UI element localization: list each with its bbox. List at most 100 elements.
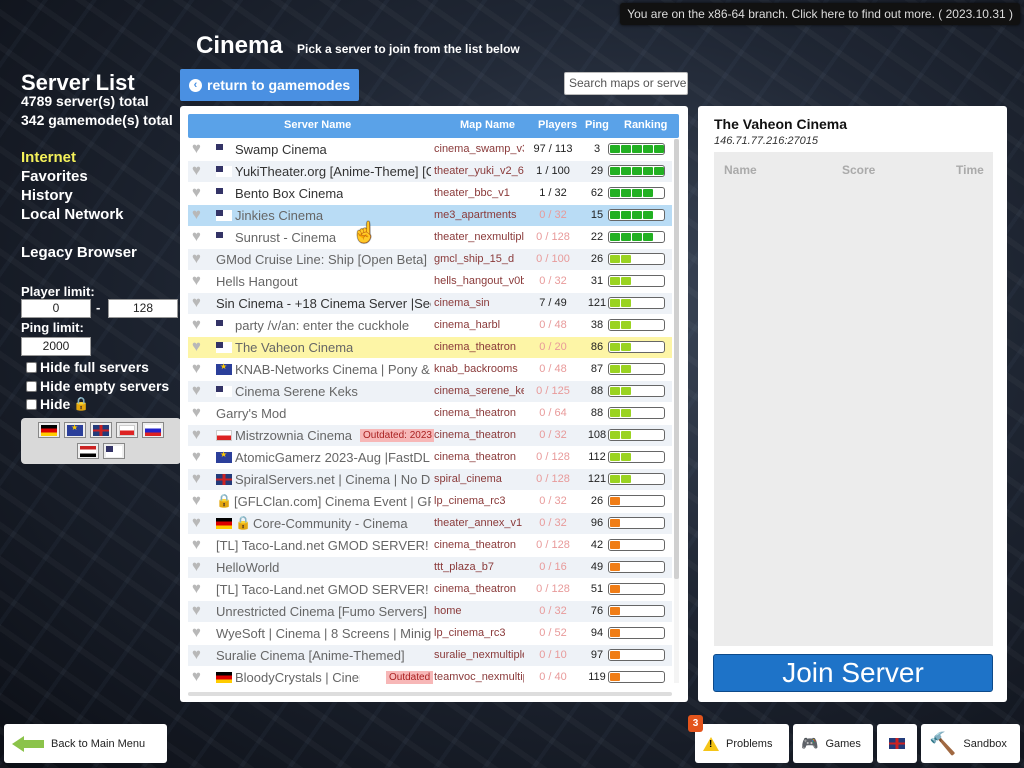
hide-full-checkbox[interactable] bbox=[26, 361, 37, 373]
favorite-heart-icon[interactable]: ♥ bbox=[192, 163, 207, 178]
favorite-heart-icon[interactable]: ♥ bbox=[192, 273, 207, 288]
ranking-segment bbox=[610, 167, 620, 175]
favorite-heart-icon[interactable]: ♥ bbox=[192, 317, 207, 332]
player-column-name[interactable]: Name bbox=[724, 163, 757, 177]
map-name: cinema_theatron bbox=[434, 539, 516, 551]
favorite-heart-icon[interactable]: ♥ bbox=[192, 229, 207, 244]
favorite-heart-icon[interactable]: ♥ bbox=[192, 647, 207, 662]
server-row[interactable]: ♥ party /v/an: enter the cuckhole cinema_h… bbox=[188, 315, 672, 336]
column-ping[interactable]: Ping bbox=[585, 119, 609, 131]
nav-favorites[interactable]: Favorites bbox=[21, 168, 88, 185]
server-list-scrollbar[interactable] bbox=[674, 139, 679, 683]
ping-limit-input[interactable]: 2000 bbox=[21, 337, 91, 356]
branch-banner[interactable]: You are on the x86-64 branch. Click here… bbox=[620, 3, 1020, 25]
server-row[interactable]: ♥ 🔒 [GFLClan.com] Cinema Event | GFL lp_cin… bbox=[188, 491, 672, 512]
favorite-heart-icon[interactable]: ♥ bbox=[192, 581, 207, 596]
server-row[interactable]: ♥ Suralie Cinema [Anime-Themed] suralie_ne… bbox=[188, 645, 672, 666]
server-row[interactable]: ♥ Bento Box Cinema theater_bbc_v1 1 / 32 62 bbox=[188, 183, 672, 204]
ranking-segment bbox=[654, 145, 664, 153]
column-server-name[interactable]: Server Name bbox=[284, 119, 351, 131]
hide-full-toggle[interactable]: Hide full servers bbox=[26, 359, 149, 375]
favorite-heart-icon[interactable]: ♥ bbox=[192, 339, 207, 354]
favorite-heart-icon[interactable]: ♥ bbox=[192, 449, 207, 464]
favorite-heart-icon[interactable]: ♥ bbox=[192, 141, 207, 156]
nav-history[interactable]: History bbox=[21, 187, 73, 204]
server-row[interactable]: ♥ BloodyCrystals | Cinema Outdatedteamvoc_… bbox=[188, 667, 672, 688]
favorite-heart-icon[interactable]: ♥ bbox=[192, 295, 207, 310]
favorite-heart-icon[interactable]: ♥ bbox=[192, 185, 207, 200]
map-name: cinema_theatron bbox=[434, 451, 516, 463]
server-row[interactable]: ♥ SpiralServers.net | Cinema | No Donator… bbox=[188, 469, 672, 490]
column-ranking[interactable]: Ranking bbox=[624, 119, 667, 131]
column-players[interactable]: Players bbox=[538, 119, 577, 131]
server-row[interactable]: ♥ GMod Cruise Line: Ship [Open Beta] gmcl_… bbox=[188, 249, 672, 270]
favorite-heart-icon[interactable]: ♥ bbox=[192, 537, 207, 552]
server-row[interactable]: ♥ Hells Hangout hells_hangout_v0b 0 / 32 31 bbox=[188, 271, 672, 292]
server-row[interactable]: ♥ KNAB-Networks Cinema | Pony & Furryknab… bbox=[188, 359, 672, 380]
filter-flag-de[interactable] bbox=[38, 422, 60, 438]
favorite-heart-icon[interactable]: ♥ bbox=[192, 515, 207, 530]
favorite-heart-icon[interactable]: ♥ bbox=[192, 471, 207, 486]
server-row[interactable]: ♥ 🔒 Core-Community - Cinema theater_annex_v… bbox=[188, 513, 672, 534]
player-column-score[interactable]: Score bbox=[842, 163, 875, 177]
server-row[interactable]: ♥ [TL] Taco-Land.net GMOD SERVER! cinema_t… bbox=[188, 579, 672, 600]
filter-flag-gb[interactable] bbox=[90, 422, 112, 438]
filter-flag-pl[interactable] bbox=[116, 422, 138, 438]
server-row[interactable]: ♥ WyeSoft | Cinema | 8 Screens | Minigame… bbox=[188, 623, 672, 644]
back-to-main-menu-button[interactable]: Back to Main Menu bbox=[4, 724, 167, 763]
server-row[interactable]: ♥ Swamp Cinema cinema_swamp_v3 97 / 113 3 bbox=[188, 139, 672, 160]
server-row[interactable]: ♥ HelloWorld ttt_plaza_b7 0 / 16 49 bbox=[188, 557, 672, 578]
server-row[interactable]: ♥ [TL] Taco-Land.net GMOD SERVER! cinema_t… bbox=[188, 535, 672, 556]
hide-locked-toggle[interactable]: Hide 🔒 bbox=[26, 396, 90, 412]
filter-flag-eu[interactable] bbox=[64, 422, 86, 438]
server-row[interactable]: ♥ Sunrust - Cinema theater_nexmultiple 0 / … bbox=[188, 227, 672, 248]
server-row[interactable]: ♥ AtomicGamerz 2023-Aug |FastDL|cinema_th… bbox=[188, 447, 672, 468]
hide-empty-toggle[interactable]: Hide empty servers bbox=[26, 378, 169, 394]
nav-local-network[interactable]: Local Network bbox=[21, 206, 124, 223]
return-to-gamemodes-button[interactable]: ‹ return to gamemodes bbox=[180, 69, 359, 101]
server-row[interactable]: ♥ Unrestricted Cinema [Fumo Servers] home 0… bbox=[188, 601, 672, 622]
favorite-heart-icon[interactable]: ♥ bbox=[192, 559, 207, 574]
flag-us-icon bbox=[216, 166, 232, 177]
favorite-heart-icon[interactable]: ♥ bbox=[192, 251, 207, 266]
hide-locked-checkbox[interactable] bbox=[26, 398, 37, 410]
server-row[interactable]: ♥ The Vaheon Cinema cinema_theatron 0 / 20 8… bbox=[188, 337, 672, 358]
scroll-thumb[interactable] bbox=[674, 139, 679, 579]
favorite-heart-icon[interactable]: ♥ bbox=[192, 383, 207, 398]
hide-empty-checkbox[interactable] bbox=[26, 380, 37, 392]
server-row[interactable]: ♥ Mistrzownia Cinema Outdated: 2023 cinema_… bbox=[188, 425, 672, 446]
nav-internet[interactable]: Internet bbox=[21, 149, 76, 166]
ranking-bar bbox=[608, 341, 665, 353]
player-max-input[interactable]: 128 bbox=[108, 299, 178, 318]
column-map-name[interactable]: Map Name bbox=[460, 119, 515, 131]
player-count: 0 / 20 bbox=[539, 341, 567, 353]
filter-flag-us[interactable] bbox=[103, 443, 125, 459]
join-server-button[interactable]: Join Server bbox=[713, 654, 993, 692]
favorite-heart-icon[interactable]: ♥ bbox=[192, 207, 207, 222]
filter-flag-eg[interactable] bbox=[77, 443, 99, 459]
problems-button[interactable]: Problems bbox=[695, 724, 789, 763]
filter-flag-ru[interactable] bbox=[142, 422, 164, 438]
language-button[interactable] bbox=[877, 724, 917, 763]
nav-legacy-browser[interactable]: Legacy Browser bbox=[21, 244, 137, 261]
favorite-heart-icon[interactable]: ♥ bbox=[192, 669, 207, 684]
ranking-segment bbox=[621, 365, 631, 373]
favorite-heart-icon[interactable]: ♥ bbox=[192, 603, 207, 618]
search-input[interactable]: Search maps or serve bbox=[564, 72, 688, 95]
server-row[interactable]: ♥ Garry's Mod cinema_theatron 0 / 64 88 bbox=[188, 403, 672, 424]
server-row[interactable]: ♥ Jinkies Cinema me3_apartments 0 / 32 15 bbox=[188, 205, 672, 226]
favorite-heart-icon[interactable]: ♥ bbox=[192, 361, 207, 376]
player-min-input[interactable]: 0 bbox=[21, 299, 91, 318]
horizontal-scrollbar[interactable] bbox=[188, 692, 672, 696]
favorite-heart-icon[interactable]: ♥ bbox=[192, 427, 207, 442]
favorite-heart-icon[interactable]: ♥ bbox=[192, 405, 207, 420]
games-button[interactable]: 🎮 Games bbox=[793, 724, 873, 763]
player-column-time[interactable]: Time bbox=[956, 163, 984, 177]
server-row[interactable]: ♥ Sin Cinema - +18 Cinema Server |Secret c… bbox=[188, 293, 672, 314]
server-row[interactable]: ♥ YukiTheater.org [Anime-Theme] [Cinema]t… bbox=[188, 161, 672, 182]
hide-full-label: Hide full servers bbox=[40, 359, 149, 375]
server-row[interactable]: ♥ Cinema Serene Keks cinema_serene_keks 0 /… bbox=[188, 381, 672, 402]
favorite-heart-icon[interactable]: ♥ bbox=[192, 493, 207, 508]
favorite-heart-icon[interactable]: ♥ bbox=[192, 625, 207, 640]
sandbox-button[interactable]: 🔨 Sandbox bbox=[921, 724, 1020, 763]
